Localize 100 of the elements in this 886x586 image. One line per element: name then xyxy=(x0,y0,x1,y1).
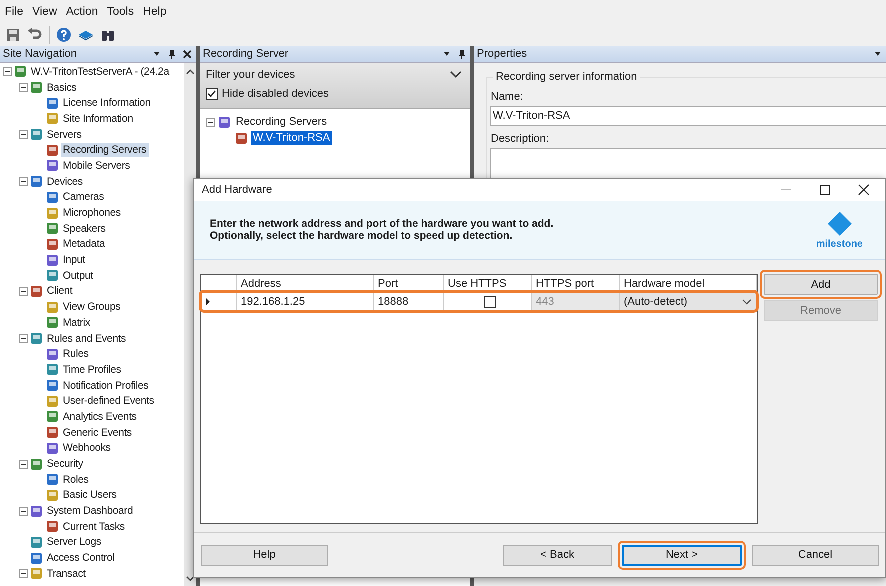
tree-item[interactable]: Generic Events xyxy=(61,426,134,440)
collapse-icon[interactable] xyxy=(19,460,28,469)
column-header[interactable]: Use HTTPS xyxy=(444,275,532,292)
tree-item[interactable]: Recording Servers xyxy=(61,143,149,158)
menu-item[interactable]: View xyxy=(32,6,58,18)
menu-item[interactable]: Action xyxy=(66,6,98,18)
tree-item[interactable]: Rules and Events xyxy=(45,332,128,346)
pin-icon[interactable] xyxy=(458,49,466,59)
close-icon[interactable] xyxy=(858,184,870,196)
tree-item[interactable]: Recording Servers xyxy=(234,115,330,129)
save-icon[interactable] xyxy=(5,27,21,43)
collapse-icon[interactable] xyxy=(19,506,28,516)
column-header[interactable]: Hardware model xyxy=(620,275,757,292)
tile-icon xyxy=(46,96,59,110)
tile-icon xyxy=(46,473,59,486)
tree-item[interactable]: Servers xyxy=(45,128,84,142)
tree-item[interactable]: W.V-Triton-RSA xyxy=(251,131,332,145)
caret-icon[interactable] xyxy=(443,50,451,58)
column-header[interactable]: Address xyxy=(237,275,374,292)
tree-item[interactable]: Security xyxy=(45,457,86,472)
pane-title: Recording Server xyxy=(203,48,289,60)
tree-item[interactable]: Rules xyxy=(61,347,91,362)
caret-icon[interactable] xyxy=(153,50,161,58)
grid-row[interactable]: 192.168.1.25 18888 443 (Auto-detect) xyxy=(201,292,757,311)
tree-item[interactable]: System Dashboard xyxy=(45,504,136,518)
hardware-model-dropdown[interactable]: (Auto-detect) xyxy=(620,293,757,310)
dialog-button[interactable]: < Back xyxy=(503,544,612,566)
tree-item[interactable]: Basics xyxy=(45,80,79,95)
caret-icon[interactable] xyxy=(874,50,882,58)
tree-item[interactable]: Notification Profiles xyxy=(61,378,151,393)
collapse-icon[interactable] xyxy=(19,130,28,140)
tree-item[interactable]: Input xyxy=(61,253,88,268)
tree-item[interactable]: License Information xyxy=(61,96,153,110)
tile-icon xyxy=(46,316,59,330)
tree-item[interactable]: Devices xyxy=(45,174,85,189)
tree-item[interactable]: Webhooks xyxy=(61,441,113,456)
table-cell[interactable]: 18888 xyxy=(374,293,444,310)
dialog-title: Add Hardware xyxy=(202,184,272,196)
tree-item[interactable]: Current Tasks xyxy=(61,520,127,534)
tree-item[interactable]: Site Information xyxy=(61,112,136,126)
tile-icon xyxy=(46,348,59,361)
tree-item[interactable]: Output xyxy=(61,268,96,283)
pin-icon[interactable] xyxy=(168,49,176,59)
collapse-icon[interactable] xyxy=(19,569,28,578)
chevron-down-icon[interactable] xyxy=(450,71,462,79)
column-header[interactable]: HTTPS port xyxy=(532,275,620,292)
tree-item[interactable]: Basic Users xyxy=(61,488,119,502)
collapse-icon[interactable] xyxy=(206,118,215,126)
tree-item[interactable]: Analytics Events xyxy=(61,410,139,424)
help-icon[interactable] xyxy=(56,27,72,43)
tile-icon xyxy=(46,269,59,282)
tile-icon xyxy=(235,132,248,144)
collapse-icon[interactable] xyxy=(3,67,12,76)
chevron-down-icon[interactable] xyxy=(742,298,752,304)
tree-item[interactable]: View Groups xyxy=(61,300,123,314)
tree-item[interactable]: Mobile Servers xyxy=(61,158,132,173)
tree-item[interactable]: Metadata xyxy=(61,237,108,252)
checkbox[interactable] xyxy=(484,296,496,308)
scroll-up-icon[interactable] xyxy=(186,69,194,75)
tree-item[interactable]: Time Profiles xyxy=(61,362,124,377)
checkbox[interactable] xyxy=(206,88,218,100)
tile-icon xyxy=(46,379,59,392)
tile-icon xyxy=(46,112,59,126)
tile-icon xyxy=(46,300,59,314)
menu-item[interactable]: Tools xyxy=(107,6,134,18)
dialog-button[interactable]: Help xyxy=(201,544,328,566)
tree-item[interactable]: W.V-TritonTestServerA - (24.2a xyxy=(29,64,172,79)
column-header[interactable]: Port xyxy=(374,275,444,292)
collapse-icon[interactable] xyxy=(19,177,28,186)
tile-icon xyxy=(46,426,59,440)
tree-item[interactable]: Matrix xyxy=(61,316,92,330)
tile-icon xyxy=(46,190,59,204)
menu-item[interactable]: Help xyxy=(143,6,167,18)
tree-item[interactable]: Roles xyxy=(61,472,91,487)
instruction-text: Enter the network address and port of the hardware you want to add. xyxy=(210,218,554,230)
tile-icon xyxy=(46,363,59,376)
tree-item[interactable]: Microphones xyxy=(61,206,123,220)
checkbox-label: Hide disabled devices xyxy=(222,88,330,100)
pane-title: Properties xyxy=(477,48,528,60)
tree-item[interactable]: Server Logs xyxy=(45,535,104,550)
scroll-down-icon[interactable] xyxy=(186,576,194,582)
tree-item[interactable]: Access Control xyxy=(45,551,117,566)
tree-item[interactable]: Speakers xyxy=(61,222,108,236)
tree-item[interactable]: User-defined Events xyxy=(61,394,156,408)
name-field[interactable]: W.V-Triton-RSA xyxy=(490,106,886,126)
tile-icon xyxy=(218,116,231,128)
tree-item[interactable]: Transact xyxy=(45,566,88,581)
tree-item[interactable]: Cameras xyxy=(61,190,106,204)
collapse-icon[interactable] xyxy=(19,334,28,344)
pane-title: Site Navigation xyxy=(3,48,77,60)
tile-icon xyxy=(46,159,59,172)
close-icon[interactable] xyxy=(183,50,192,58)
dialog-button[interactable]: Cancel xyxy=(752,544,879,566)
table-cell[interactable]: 192.168.1.25 xyxy=(237,293,374,310)
maximize-icon[interactable] xyxy=(819,184,831,196)
collapse-icon[interactable] xyxy=(19,286,28,296)
tree-item[interactable]: Client xyxy=(45,284,75,298)
tile-icon xyxy=(30,567,43,580)
menu-item[interactable]: File xyxy=(5,6,24,18)
collapse-icon[interactable] xyxy=(19,83,28,92)
